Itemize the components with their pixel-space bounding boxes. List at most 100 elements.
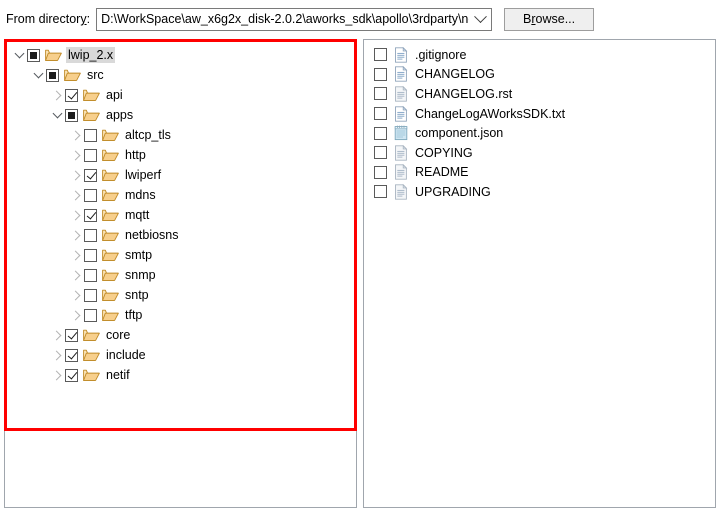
checkbox-unchecked[interactable] (84, 148, 97, 162)
chevron-down-icon[interactable] (49, 105, 65, 125)
chevron-right-icon[interactable] (68, 205, 84, 225)
tree-item-sntp[interactable]: sntp (5, 285, 356, 305)
checkbox-unchecked[interactable] (84, 268, 97, 282)
file-item-component-json[interactable]: component.json (364, 123, 715, 143)
checkbox-unchecked[interactable] (374, 126, 387, 140)
file-item-readme[interactable]: README (364, 163, 715, 183)
tree-item-label: tftp (125, 308, 143, 322)
tree-item-label: apps (106, 108, 134, 122)
chevron-right-icon[interactable] (68, 165, 84, 185)
tree-item-snmp[interactable]: snmp (5, 265, 356, 285)
checkbox-unchecked[interactable] (84, 248, 97, 262)
file-item--gitignore[interactable]: .gitignore (364, 45, 715, 65)
file-item-label: ChangeLogAWorksSDK.txt (415, 106, 566, 121)
tree-item-lwip-2-x[interactable]: lwip_2.x (5, 45, 356, 65)
tree-item-label: netif (106, 368, 130, 382)
file-item-changelogaworkssdk-txt[interactable]: ChangeLogAWorksSDK.txt (364, 104, 715, 124)
tree-item-label: include (106, 348, 146, 362)
chevron-right-icon[interactable] (68, 285, 84, 305)
open-folder-icon (102, 208, 119, 222)
checkbox-checked[interactable] (65, 368, 78, 382)
open-folder-icon (102, 228, 119, 242)
checkbox-partial[interactable] (65, 108, 78, 122)
tree-item-tftp[interactable]: tftp (5, 305, 356, 325)
checkbox-partial[interactable] (27, 48, 40, 62)
checkbox-unchecked[interactable] (84, 228, 97, 242)
checkbox-unchecked[interactable] (374, 67, 387, 81)
checkbox-unchecked[interactable] (374, 48, 387, 62)
generic-file-icon (394, 85, 408, 102)
tree-item-lwiperf[interactable]: lwiperf (5, 165, 356, 185)
checkbox-unchecked[interactable] (374, 146, 387, 160)
generic-file-icon (394, 183, 408, 200)
tree-item-mqtt[interactable]: mqtt (5, 205, 356, 225)
checkbox-unchecked[interactable] (84, 308, 97, 322)
directory-path-value[interactable]: D:\WorkSpace\aw_x6g2x_disk-2.0.2\aworks_… (97, 12, 469, 26)
tree-item-altcp-tls[interactable]: altcp_tls (5, 125, 356, 145)
generic-file-icon (394, 144, 408, 161)
checkbox-checked[interactable] (65, 348, 78, 362)
file-item-label: COPYING (415, 145, 473, 160)
tree-item-apps[interactable]: apps (5, 105, 356, 125)
chevron-right-icon[interactable] (68, 265, 84, 285)
tree-item-src[interactable]: src (5, 65, 356, 85)
checkbox-checked[interactable] (84, 208, 97, 222)
chevron-right-icon[interactable] (49, 345, 65, 365)
chevron-right-icon[interactable] (68, 245, 84, 265)
file-item-copying[interactable]: COPYING (364, 143, 715, 163)
tree-item-label: core (106, 328, 131, 342)
tree-item-label: src (87, 68, 104, 82)
checkbox-checked[interactable] (84, 168, 97, 182)
tree-item-netbiosns[interactable]: netbiosns (5, 225, 356, 245)
tree-item-mdns[interactable]: mdns (5, 185, 356, 205)
file-item-upgrading[interactable]: UPGRADING (364, 182, 715, 202)
checkbox-unchecked[interactable] (374, 87, 387, 101)
checkbox-unchecked[interactable] (374, 107, 387, 121)
checkbox-unchecked[interactable] (84, 188, 97, 202)
browse-button[interactable]: Browse... (504, 7, 595, 31)
chevron-right-icon[interactable] (68, 185, 84, 205)
open-folder-icon (83, 108, 100, 122)
chevron-right-icon[interactable] (68, 125, 84, 145)
checkbox-unchecked[interactable] (374, 165, 387, 179)
tree-item-label: sntp (125, 288, 149, 302)
tree-item-core[interactable]: core (5, 325, 356, 345)
chevron-right-icon[interactable] (68, 225, 84, 245)
open-folder-icon (102, 308, 119, 322)
tree-item-http[interactable]: http (5, 145, 356, 165)
text-file-icon (394, 66, 408, 83)
chevron-down-icon[interactable] (30, 65, 46, 85)
chevron-right-icon[interactable] (49, 325, 65, 345)
chevron-right-icon[interactable] (49, 85, 65, 105)
file-item-changelog[interactable]: CHANGELOG (364, 65, 715, 85)
chevron-down-icon[interactable] (11, 45, 27, 65)
chevron-down-icon[interactable] (469, 9, 491, 30)
from-directory-label: From directory: (6, 12, 90, 26)
from-directory-colon: : (86, 12, 91, 26)
tree-item-netif[interactable]: netif (5, 365, 356, 385)
directory-toolbar: From directory: D:\WorkSpace\aw_x6g2x_di… (0, 0, 720, 38)
checkbox-checked[interactable] (65, 328, 78, 342)
directory-path-combobox[interactable]: D:\WorkSpace\aw_x6g2x_disk-2.0.2\aworks_… (96, 7, 493, 31)
browse-label-post: owse... (535, 12, 576, 26)
open-folder-icon (83, 368, 100, 382)
tree-item-api[interactable]: api (5, 85, 356, 105)
tree-item-smtp[interactable]: smtp (5, 245, 356, 265)
checkbox-unchecked[interactable] (84, 288, 97, 302)
checkbox-unchecked[interactable] (374, 185, 387, 199)
tree-item-include[interactable]: include (5, 345, 356, 365)
chevron-right-icon[interactable] (49, 365, 65, 385)
chevron-right-icon[interactable] (68, 305, 84, 325)
checkbox-checked[interactable] (65, 88, 78, 102)
open-folder-icon (102, 168, 119, 182)
file-item-changelog-rst[interactable]: CHANGELOG.rst (364, 84, 715, 104)
open-folder-icon (102, 148, 119, 162)
chevron-right-icon[interactable] (68, 145, 84, 165)
file-list-panel[interactable]: .gitignore CHANGELOG CHANGELOG.rst ChangeLo… (363, 39, 716, 508)
directory-tree-panel[interactable]: lwip_2.xsrc api apps altcp_tls http lwiperf md… (4, 39, 357, 508)
checkbox-unchecked[interactable] (84, 128, 97, 142)
text-file-icon (394, 105, 408, 122)
tree-item-label: netbiosns (125, 228, 179, 242)
checkbox-partial[interactable] (46, 68, 59, 82)
json-file-icon (394, 125, 408, 141)
